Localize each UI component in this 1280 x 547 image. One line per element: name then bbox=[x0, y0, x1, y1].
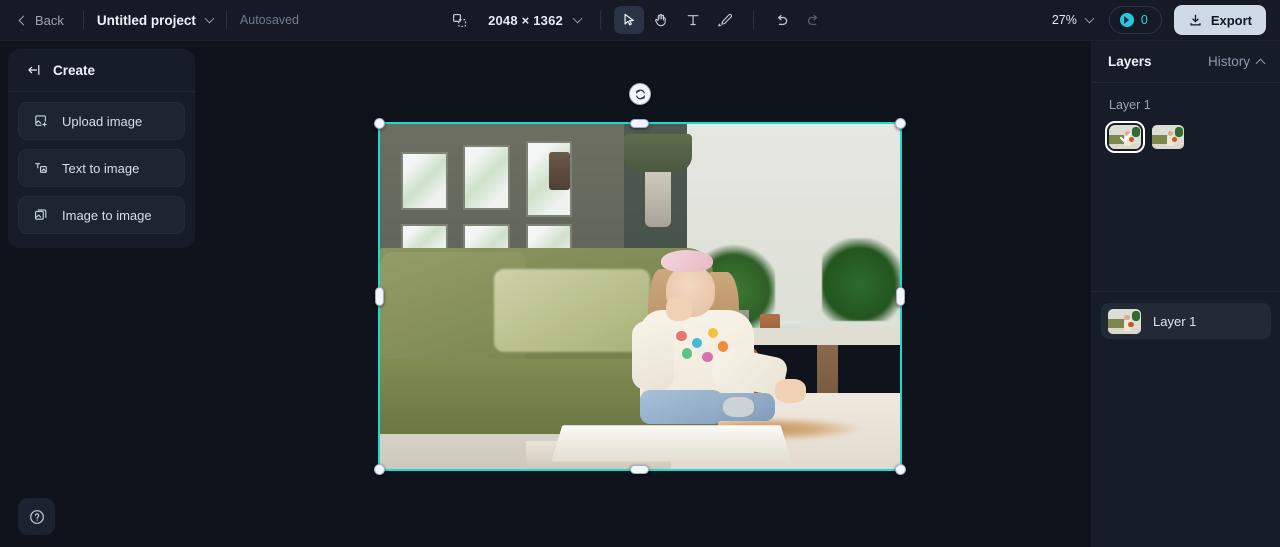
chevron-left-icon bbox=[18, 15, 29, 25]
image-editor-app: Back Untitled project Autosaved 2048 × 1… bbox=[0, 0, 1280, 547]
chevron-down-icon bbox=[572, 13, 583, 23]
select-tool-button[interactable] bbox=[613, 6, 644, 34]
sidebar-items: Upload image Text to image Image to imag… bbox=[8, 92, 195, 248]
chevron-down-icon bbox=[204, 13, 215, 23]
panel-divider bbox=[1092, 291, 1280, 292]
canvas-area[interactable] bbox=[195, 41, 1085, 547]
divider bbox=[82, 11, 84, 29]
sidebar-title: Create bbox=[53, 62, 96, 78]
layer-thumbnail bbox=[1108, 308, 1141, 334]
image-selection[interactable] bbox=[374, 83, 906, 475]
top-bar-center: 2048 × 1362 bbox=[451, 0, 829, 40]
hand-tool-button[interactable] bbox=[646, 6, 676, 34]
text-to-image-icon bbox=[33, 160, 49, 176]
sidebar-header: Create bbox=[8, 49, 195, 92]
text-tool-button[interactable] bbox=[678, 6, 708, 34]
tab-history[interactable]: History bbox=[1207, 54, 1266, 69]
check-icon bbox=[1109, 125, 1141, 149]
canvas-resize-icon[interactable] bbox=[451, 12, 468, 29]
canvas-size-dropdown[interactable]: 2048 × 1362 bbox=[482, 9, 587, 32]
resize-handle-bottom-left[interactable] bbox=[374, 464, 385, 475]
sidebar-item-upload-image[interactable]: Upload image bbox=[18, 102, 185, 140]
canvas-image[interactable] bbox=[378, 122, 902, 471]
layer-section-label: Layer 1 bbox=[1109, 98, 1151, 112]
brush-tool-button[interactable] bbox=[710, 6, 740, 34]
undo-button[interactable] bbox=[767, 6, 797, 34]
sidebar-item-label: Image to image bbox=[62, 207, 152, 223]
right-panel: Layers History Layer 1 Layer 1 bbox=[1091, 41, 1280, 547]
resize-handle-bottom-right[interactable] bbox=[895, 464, 906, 475]
back-button[interactable]: Back bbox=[14, 9, 70, 32]
variant-thumbnail-1[interactable] bbox=[1105, 121, 1145, 153]
chevron-down-icon bbox=[1084, 13, 1095, 23]
variant-thumbnail-2[interactable] bbox=[1152, 125, 1184, 149]
divider bbox=[599, 11, 601, 29]
chevron-up-icon bbox=[1255, 58, 1266, 68]
canvas-size-value: 2048 × 1362 bbox=[488, 12, 563, 28]
layer-list: Layer 1 bbox=[1101, 303, 1271, 339]
autosave-status: Autosaved bbox=[239, 13, 299, 27]
layer-list-item[interactable]: Layer 1 bbox=[1101, 303, 1271, 339]
redo-button[interactable] bbox=[799, 6, 829, 34]
top-bar-right: 27% 0 Export bbox=[1048, 0, 1266, 40]
layer-name: Layer 1 bbox=[1153, 313, 1197, 329]
upload-image-icon bbox=[33, 113, 49, 129]
credits-badge[interactable]: 0 bbox=[1108, 6, 1162, 34]
image-to-image-icon bbox=[33, 207, 49, 223]
create-sidebar: Create Upload image Text to image Image … bbox=[8, 49, 195, 248]
sidebar-item-label: Upload image bbox=[62, 113, 143, 129]
back-label: Back bbox=[35, 12, 64, 28]
zoom-dropdown[interactable]: 27% bbox=[1048, 10, 1097, 30]
variant-thumbnails bbox=[1105, 121, 1263, 153]
project-title-dropdown[interactable]: Untitled project bbox=[96, 12, 215, 28]
export-button[interactable]: Export bbox=[1173, 5, 1266, 35]
layer-variants-section: Layer 1 bbox=[1092, 83, 1280, 153]
resize-handle-bottom-center[interactable] bbox=[630, 465, 649, 474]
tab-layers[interactable]: Layers bbox=[1108, 54, 1152, 69]
download-icon bbox=[1188, 13, 1203, 28]
collapse-panel-icon[interactable] bbox=[26, 62, 42, 78]
sidebar-item-image-to-image[interactable]: Image to image bbox=[18, 196, 185, 234]
sidebar-item-text-to-image[interactable]: Text to image bbox=[18, 149, 185, 187]
resize-handle-top-left[interactable] bbox=[374, 118, 385, 129]
right-panel-header: Layers History bbox=[1092, 41, 1280, 83]
top-bar: Back Untitled project Autosaved 2048 × 1… bbox=[0, 0, 1280, 41]
history-tool-group bbox=[767, 6, 829, 34]
divider bbox=[225, 11, 227, 29]
divider bbox=[752, 11, 754, 29]
zoom-level: 27% bbox=[1051, 13, 1077, 27]
resize-handle-middle-right[interactable] bbox=[896, 287, 905, 306]
sidebar-item-label: Text to image bbox=[62, 160, 140, 176]
resize-handle-top-center[interactable] bbox=[630, 119, 649, 128]
rotate-handle[interactable] bbox=[629, 83, 651, 105]
help-button[interactable] bbox=[18, 498, 55, 535]
top-bar-left: Back Untitled project Autosaved bbox=[0, 0, 299, 40]
tab-history-label: History bbox=[1207, 54, 1250, 69]
resize-handle-top-right[interactable] bbox=[895, 118, 906, 129]
credit-coin-icon bbox=[1119, 13, 1134, 27]
project-title: Untitled project bbox=[96, 12, 196, 28]
resize-handle-middle-left[interactable] bbox=[375, 287, 384, 306]
help-circle-icon bbox=[28, 508, 46, 526]
tool-group bbox=[613, 6, 740, 34]
credits-count: 0 bbox=[1140, 13, 1148, 27]
export-label: Export bbox=[1210, 12, 1252, 28]
